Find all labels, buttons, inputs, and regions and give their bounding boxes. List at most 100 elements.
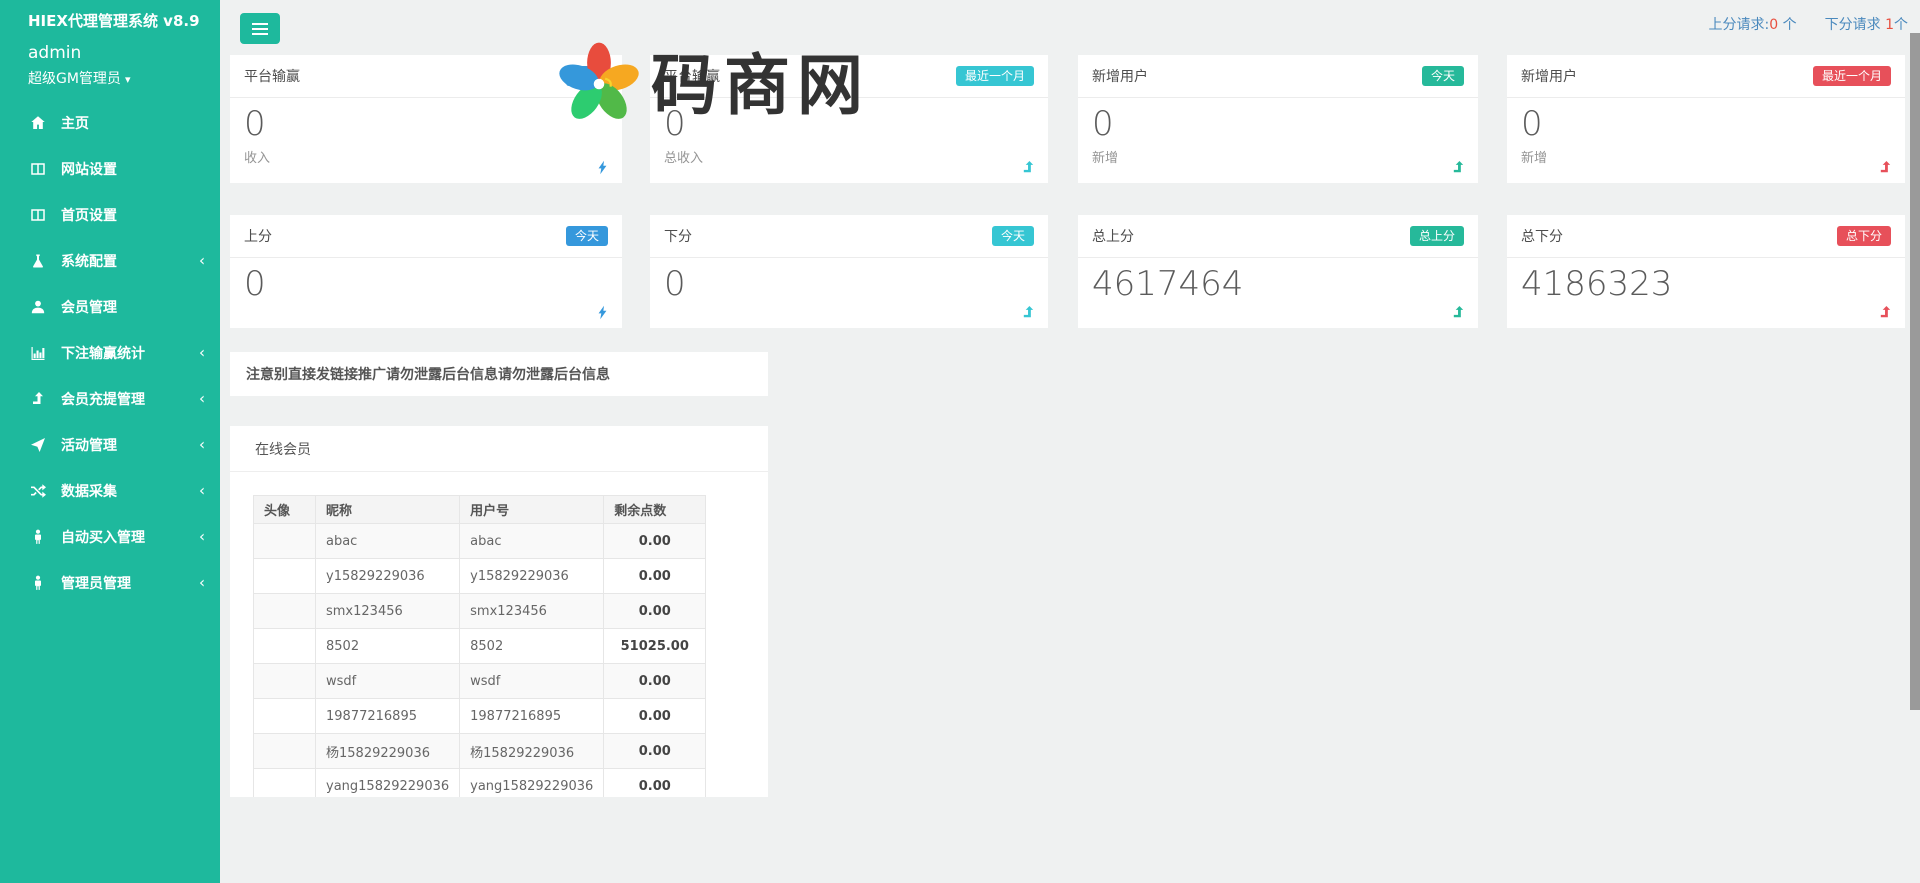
stat-card-value: 0	[664, 267, 1034, 303]
stat-card-value: 0	[244, 267, 608, 303]
points-cell: 0.00	[604, 699, 706, 734]
nickname-cell: 19877216895	[316, 699, 460, 734]
table-row: 杨15829229036杨158292290360.00	[254, 734, 706, 769]
stat-card-header: 下分今天	[650, 215, 1048, 258]
sidebar-item[interactable]: 会员充提管理‹	[0, 376, 220, 422]
stat-card-header: 平台输赢最近一个月	[650, 55, 1048, 98]
stat-card-body: 4186323	[1507, 258, 1905, 303]
points-cell: 0.00	[604, 734, 706, 769]
online-members-table: 头像昵称用户号剩余点数 abacabac0.00y15829229036y158…	[253, 495, 706, 797]
level-up-icon	[1021, 160, 1036, 175]
nickname-cell: yang15829229036	[316, 769, 460, 798]
stat-card-title: 新增用户	[1092, 66, 1148, 86]
scrollbar-thumb[interactable]	[1910, 33, 1920, 710]
stat-card-value: 0	[664, 107, 1034, 143]
nickname-cell: 杨15829229036	[316, 734, 460, 769]
stat-card-badge: 今天	[566, 226, 608, 246]
stat-card-body: 4617464	[1078, 258, 1478, 303]
stat-card-title: 新增用户	[1521, 66, 1577, 86]
table-row: smx123456smx1234560.00	[254, 594, 706, 629]
sidebar-item[interactable]: 下注输赢统计‹	[0, 330, 220, 376]
account-cell: smx123456	[460, 594, 604, 629]
sidebar-item[interactable]: 会员管理	[0, 284, 220, 330]
level-up-icon	[1451, 160, 1466, 175]
sidebar-item[interactable]: 主页	[0, 100, 220, 146]
stat-card-title: 总上分	[1092, 226, 1134, 246]
account-cell: 杨15829229036	[460, 734, 604, 769]
sidebar-item[interactable]: 自动买入管理 ‹	[0, 514, 220, 560]
avatar-cell	[254, 629, 316, 664]
stat-card-header: 总下分 总下分	[1507, 215, 1905, 258]
sidebar-item[interactable]: 活动管理‹	[0, 422, 220, 468]
request-unit: 个	[1894, 17, 1908, 33]
shuffle-icon	[28, 483, 48, 499]
stat-card-header: 总上分总上分	[1078, 215, 1478, 258]
stat-card-label: 新增	[1521, 147, 1891, 166]
sidebar-item-label: 系统配置	[61, 251, 117, 271]
stat-card-header: 上分 今天	[230, 215, 622, 258]
stat-card-header: 新增用户 今天	[1078, 55, 1478, 98]
sidebar-item[interactable]: 首页设置	[0, 192, 220, 238]
columns-icon	[28, 161, 48, 177]
notice-text: 注意别直接发链接推广请勿泄露后台信息请勿泄露后台信息	[246, 364, 610, 384]
stat-card-label: 总收入	[664, 147, 1034, 166]
table-row: yang15829229036yang158292290360.00	[254, 769, 706, 798]
stat-card-value: 4617464	[1092, 267, 1464, 303]
chevron-left-icon: ‹	[199, 389, 205, 407]
chevron-left-icon: ‹	[199, 573, 205, 591]
request-count: 1	[1885, 17, 1894, 33]
request-label: 下分请求	[1825, 17, 1885, 33]
sidebar-item[interactable]: 系统配置 ‹	[0, 238, 220, 284]
sidebar-item[interactable]: 网站设置	[0, 146, 220, 192]
account-cell: yang15829229036	[460, 769, 604, 798]
online-members-panel: 在线会员 头像昵称用户号剩余点数 abacabac0.00y1582922903…	[230, 426, 768, 797]
male-icon	[28, 575, 48, 591]
stat-card-header: 平台输赢 今天	[230, 55, 622, 98]
sidebar-menu: 主页网站设置首页设置系统配置‹会员管理下注输赢统计‹会员充提管理‹活动管理‹数据…	[0, 100, 220, 606]
stat-card-label: 新增	[1092, 147, 1464, 166]
sidebar-item[interactable]: 数据采集‹	[0, 468, 220, 514]
nickname-cell: 8502	[316, 629, 460, 664]
nickname-cell: wsdf	[316, 664, 460, 699]
stat-card-badge: 今天	[566, 66, 608, 86]
columns-icon	[28, 207, 48, 223]
stat-card-title: 平台输赢	[244, 66, 300, 86]
level-up-icon	[1451, 305, 1466, 320]
chevron-left-icon: ‹	[199, 527, 205, 545]
nickname-cell: smx123456	[316, 594, 460, 629]
level-up-icon	[1878, 305, 1893, 320]
up-request-link[interactable]: 上分请求:0 个	[1709, 17, 1797, 33]
current-user: admin	[28, 43, 210, 63]
sidebar-item[interactable]: 管理员管理‹	[0, 560, 220, 606]
request-counters: 上分请求:0 个 下分请求 1个	[1681, 14, 1908, 34]
avatar-cell	[254, 734, 316, 769]
level-up-icon	[1021, 305, 1036, 320]
stat-card-header: 新增用户 最近一个月	[1507, 55, 1905, 98]
menu-toggle-button[interactable]	[240, 13, 280, 44]
account-cell: wsdf	[460, 664, 604, 699]
stat-card-body: 0	[650, 258, 1048, 303]
table-row: 8502850251025.00	[254, 629, 706, 664]
stat-card: 上分 今天 0	[230, 215, 622, 328]
role-dropdown[interactable]: 超级GM管理员▾	[28, 68, 210, 88]
main-content: 上分请求:0 个下分请求 1个 平台输赢今天0收入平台输赢最近一个月0总收入新增…	[220, 0, 1920, 883]
paper-plane-icon	[28, 437, 48, 453]
stat-card-title: 总下分	[1521, 226, 1563, 246]
stat-card-label: 收入	[244, 147, 608, 166]
points-cell: 0.00	[604, 559, 706, 594]
table-row: wsdfwsdf0.00	[254, 664, 706, 699]
bolt-icon	[595, 160, 610, 175]
points-cell: 51025.00	[604, 629, 706, 664]
avatar-cell	[254, 594, 316, 629]
stat-card-badge: 今天	[1422, 66, 1464, 86]
stat-card-badge: 总下分	[1837, 226, 1891, 246]
chevron-left-icon: ‹	[199, 251, 205, 269]
caret-down-icon: ▾	[125, 73, 131, 86]
stat-card-badge: 今天	[992, 226, 1034, 246]
table-row: y15829229036y158292290360.00	[254, 559, 706, 594]
stat-card-title: 上分	[244, 226, 272, 246]
down-request-link[interactable]: 下分请求 1个	[1825, 17, 1908, 33]
stat-card-badge: 最近一个月	[1813, 66, 1891, 86]
sidebar-item-label: 数据采集	[61, 481, 117, 501]
sidebar-item-label: 自动买入管理	[61, 527, 145, 547]
